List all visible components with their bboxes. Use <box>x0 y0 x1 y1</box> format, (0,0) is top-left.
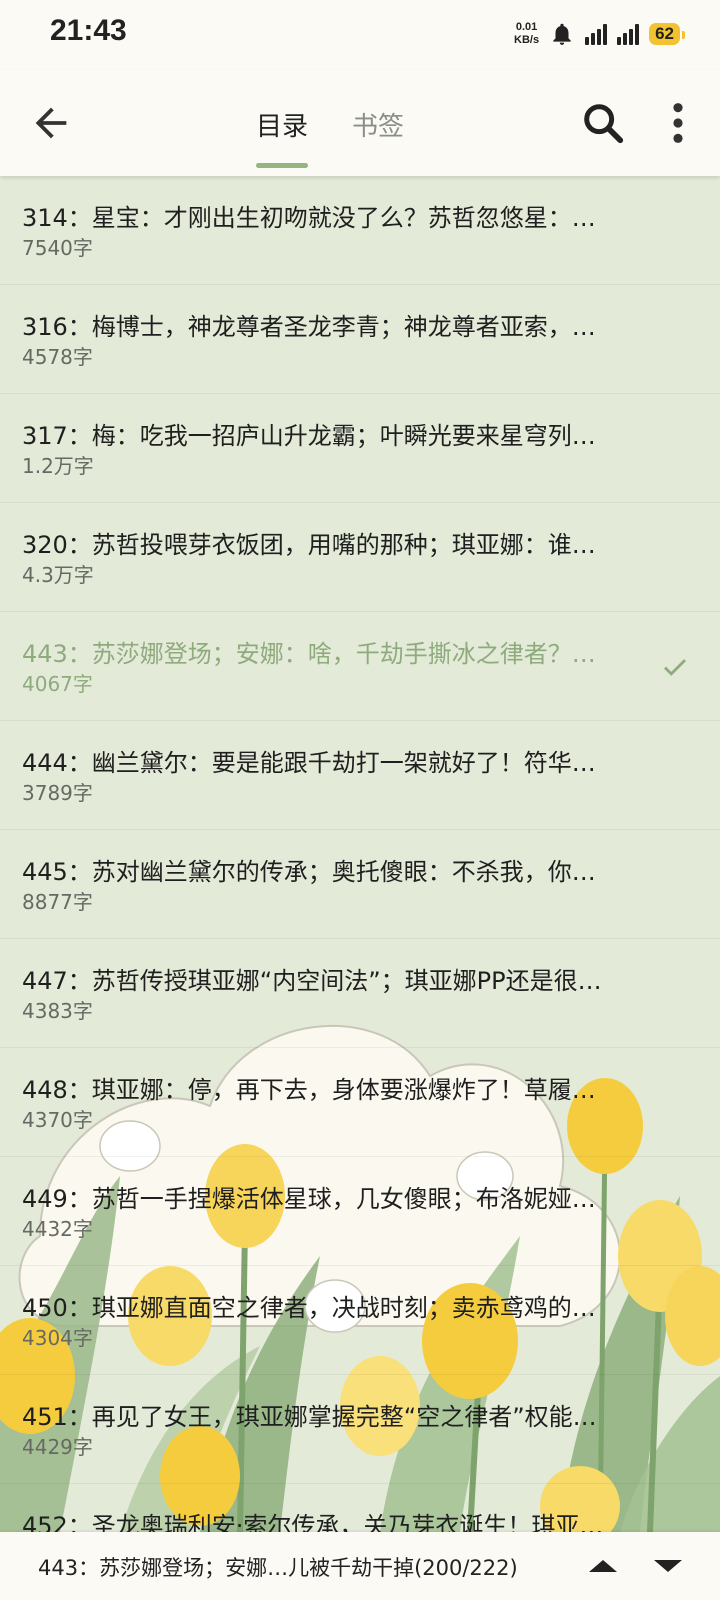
net-speed: 0.01 KB/s <box>514 21 539 47</box>
triangle-down-icon[interactable] <box>650 1550 686 1580</box>
chapter-item[interactable]: 317：梅：吃我一招庐山升龙霸；叶瞬光要来星穹列… 1.2万字 <box>0 394 720 503</box>
chapter-item[interactable]: 445：苏对幽兰黛尔的传承；奥托傻眼：不杀我，你… 8877字 <box>0 830 720 939</box>
net-speed-value: 0.01 <box>515 21 538 33</box>
chapter-title: 452：圣龙奥瑞利安·索尔传承，关乃芽衣诞生！琪亚… <box>22 1512 604 1532</box>
chapter-item[interactable]: 316：梅博士，神龙尊者圣龙李青；神龙尊者亚索，… 4578字 <box>0 285 720 394</box>
triangle-up-icon[interactable] <box>585 1550 621 1580</box>
chapter-title: 443：苏莎娜登场；安娜：啥，千劫手撕冰之律者？… <box>22 640 596 668</box>
chapter-title: 447：苏哲传授琪亚娜“内空间法”；琪亚娜PP还是很… <box>22 967 602 995</box>
chapter-title: 450：琪亚娜直面空之律者，决战时刻；卖赤鸢鸡的… <box>22 1294 596 1322</box>
battery-indicator: 62 <box>649 23 685 45</box>
chapter-title: 444：幽兰黛尔：要是能跟千劫打一架就好了！符华… <box>22 749 596 777</box>
status-bar: 21:43 0.01 KB/s 62 <box>0 0 720 70</box>
chapter-word-count: 4432字 <box>22 1217 93 1241</box>
chapter-title: 445：苏对幽兰黛尔的传承；奥托傻眼：不杀我，你… <box>22 858 596 886</box>
signal-icon <box>585 23 608 45</box>
chapter-word-count: 4578字 <box>22 345 93 369</box>
bottom-bar: 443：苏莎娜登场；安娜…儿被千劫干掉(200/222) <box>0 1532 720 1600</box>
check-icon <box>664 659 686 676</box>
chapter-title: 451：再见了女王，琪亚娜掌握完整“空之律者”权能… <box>22 1403 597 1431</box>
chapter-word-count: 8877字 <box>22 890 93 914</box>
tab-indicator <box>256 163 308 168</box>
bell-icon <box>553 23 571 45</box>
chapter-word-count: 4067字 <box>22 672 93 696</box>
net-speed-unit: KB/s <box>514 34 540 46</box>
chapter-word-count: 1.2万字 <box>22 454 94 478</box>
chapter-word-count: 4304字 <box>22 1326 93 1350</box>
chapter-title: 448：琪亚娜：停，再下去，身体要涨爆炸了！草履… <box>22 1076 596 1104</box>
signal-icon <box>617 23 640 45</box>
chapter-title: 316：梅博士，神龙尊者圣龙李青；神龙尊者亚索，… <box>22 313 596 341</box>
chapter-title: 449：苏哲一手捏爆活体星球，几女傻眼；布洛妮娅… <box>22 1185 596 1213</box>
tab-toc[interactable]: 目录 <box>256 106 308 143</box>
status-icons: 0.01 KB/s 62 <box>514 16 685 52</box>
chapter-title: 317：梅：吃我一招庐山升龙霸；叶瞬光要来星穹列… <box>22 422 596 450</box>
chapter-word-count: 3789字 <box>22 781 93 805</box>
current-chapter-label[interactable]: 443：苏莎娜登场；安娜…儿被千劫干掉(200/222) <box>38 1552 558 1582</box>
chapter-title: 314：星宝：才刚出生初吻就没了么？苏哲忽悠星：… <box>22 204 596 232</box>
chapter-item[interactable]: 448：琪亚娜：停，再下去，身体要涨爆炸了！草履… 4370字 <box>0 1048 720 1157</box>
search-icon[interactable] <box>580 100 626 146</box>
chapter-word-count: 4.3万字 <box>22 563 94 587</box>
chapter-item[interactable]: 447：苏哲传授琪亚娜“内空间法”；琪亚娜PP还是很… 4383字 <box>0 939 720 1048</box>
chapter-item[interactable]: 444：幽兰黛尔：要是能跟千劫打一架就好了！符华… 3789字 <box>0 721 720 830</box>
chapter-title: 320：苏哲投喂芽衣饭团，用嘴的那种；琪亚娜：谁… <box>22 531 596 559</box>
chapter-item[interactable]: 314：星宝：才刚出生初吻就没了么？苏哲忽悠星：… 7540字 <box>0 176 720 285</box>
chapter-item[interactable]: 450：琪亚娜直面空之律者，决战时刻；卖赤鸢鸡的… 4304字 <box>0 1266 720 1375</box>
chapter-word-count: 4429字 <box>22 1435 93 1459</box>
chapter-word-count: 4370字 <box>22 1108 93 1132</box>
chapter-item[interactable]: 451：再见了女王，琪亚娜掌握完整“空之律者”权能… 4429字 <box>0 1375 720 1484</box>
chapter-item[interactable]: 443：苏莎娜登场；安娜：啥，千劫手撕冰之律者？… 4067字 <box>0 612 720 721</box>
more-vert-icon[interactable] <box>658 100 698 146</box>
chapter-item[interactable]: 449：苏哲一手捏爆活体星球，几女傻眼；布洛妮娅… 4432字 <box>0 1157 720 1266</box>
chapter-word-count: 4383字 <box>22 999 93 1023</box>
status-time: 21:43 <box>50 14 127 47</box>
tab-bookmark[interactable]: 书签 <box>352 106 404 143</box>
chapter-word-count: 7540字 <box>22 236 93 260</box>
toolbar: 目录 书签 <box>0 70 720 176</box>
chapter-item[interactable]: 320：苏哲投喂芽衣饭团，用嘴的那种；琪亚娜：谁… 4.3万字 <box>0 503 720 612</box>
back-arrow-icon[interactable] <box>28 100 74 146</box>
chapter-list[interactable]: 314：星宝：才刚出生初吻就没了么？苏哲忽悠星：… 7540字 316：梅博士，神龙… <box>0 176 720 1532</box>
chapter-item[interactable]: 452：圣龙奥瑞利安·索尔传承，关乃芽衣诞生！琪亚… <box>0 1484 720 1532</box>
